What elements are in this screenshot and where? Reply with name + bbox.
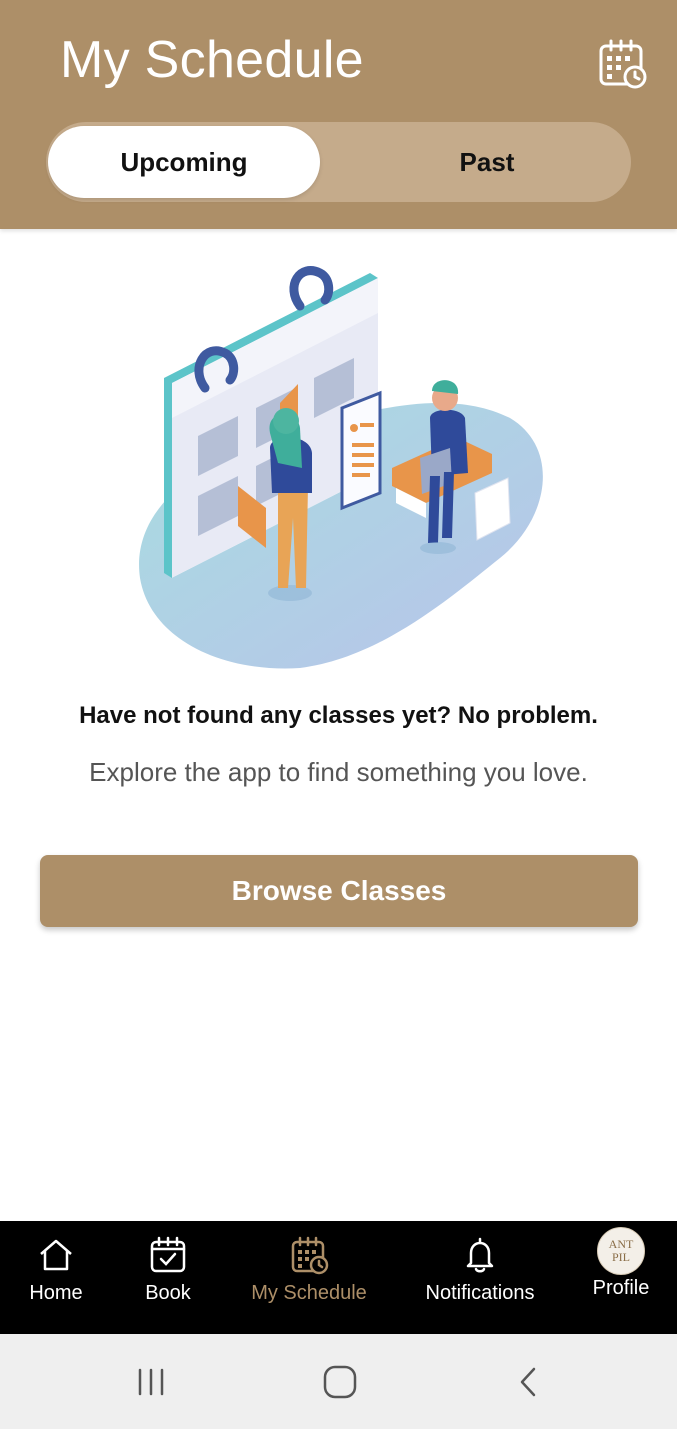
nav-item-profile[interactable]: ANT PIL Profile — [586, 1221, 656, 1334]
nav-label-profile: Profile — [592, 1277, 650, 1299]
nav-item-home[interactable]: Home — [24, 1221, 88, 1334]
nav-label-book: Book — [145, 1282, 191, 1304]
empty-state-subtitle: Explore the app to find something you lo… — [89, 757, 588, 787]
bell-icon — [466, 1237, 494, 1273]
empty-state-title: Have not found any classes yet? No probl… — [79, 702, 598, 729]
avatar-text-line-2: PIL — [612, 1250, 630, 1264]
calendar-people-illustration — [139, 266, 543, 669]
app-header: My Schedule Upcoming Past — [0, 0, 677, 229]
nav-label-my-schedule: My Schedule — [251, 1282, 367, 1304]
tab-past[interactable]: Past — [346, 126, 628, 198]
bottom-nav: Home Book My Schedule Notifications ANT … — [0, 1221, 677, 1334]
back-icon[interactable] — [510, 1364, 550, 1400]
schedule-segment-control: Upcoming Past — [46, 122, 631, 202]
home-icon — [40, 1239, 72, 1271]
nav-item-notifications[interactable]: Notifications — [416, 1221, 544, 1334]
calendar-clock-icon[interactable] — [597, 38, 649, 90]
nav-label-notifications: Notifications — [425, 1282, 535, 1304]
home-circle-icon[interactable] — [320, 1364, 360, 1400]
page-title: My Schedule — [60, 31, 364, 89]
system-nav-bar — [0, 1334, 677, 1429]
nav-item-book[interactable]: Book — [138, 1221, 198, 1334]
nav-label-home: Home — [29, 1282, 83, 1304]
calendar-check-icon — [150, 1236, 186, 1273]
calendar-clock-icon — [291, 1236, 329, 1275]
recents-icon[interactable] — [132, 1364, 172, 1400]
nav-item-my-schedule[interactable]: My Schedule — [246, 1221, 372, 1334]
browse-classes-button[interactable]: Browse Classes — [40, 855, 638, 927]
avatar: ANT PIL — [597, 1227, 645, 1275]
tab-upcoming[interactable]: Upcoming — [48, 126, 320, 198]
